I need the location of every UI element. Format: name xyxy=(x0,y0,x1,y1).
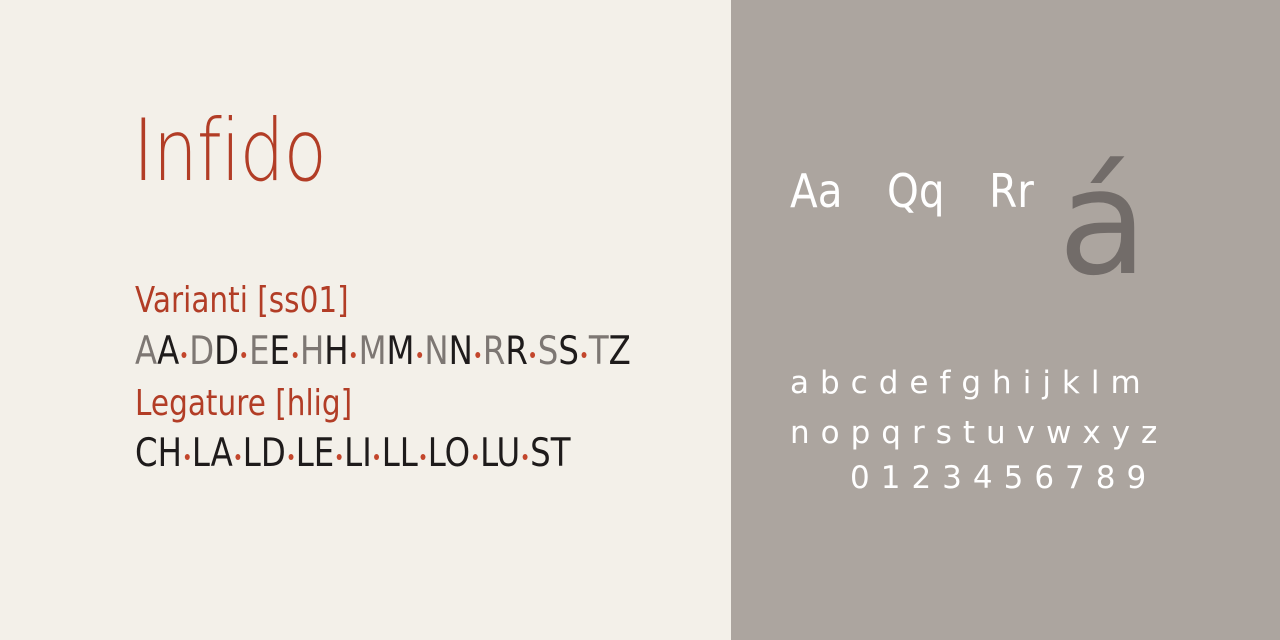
separator-dot xyxy=(416,352,422,358)
ligature-glyph: CH xyxy=(135,431,182,476)
variant-glyph: E xyxy=(269,329,291,374)
ligature-glyph: LI xyxy=(344,431,372,476)
separator-dot xyxy=(530,352,536,358)
separator-dot xyxy=(184,454,190,460)
variants-sample: A A D D E E H H M M N N R R S S T Z xyxy=(135,332,631,371)
pair-aa: Aa xyxy=(790,164,843,218)
separator-dot xyxy=(581,352,587,358)
variant-glyph: A xyxy=(135,329,158,374)
variant-glyph: N xyxy=(448,329,473,374)
separator-dot xyxy=(336,454,342,460)
pair-qq: Qq xyxy=(887,164,945,218)
separator-dot xyxy=(475,352,481,358)
variant-glyph: E xyxy=(249,329,270,374)
variant-glyph: H xyxy=(299,329,325,374)
variant-glyph: M xyxy=(386,329,415,374)
accented-glyph: á xyxy=(1058,138,1148,308)
variant-glyph: M xyxy=(358,329,387,374)
separator-dot xyxy=(420,454,426,460)
separator-dot xyxy=(241,352,247,358)
ligatures-sample: CH LA LD LE LI LL LO LU ST xyxy=(135,434,571,473)
ligature-glyph: ST xyxy=(530,431,571,476)
pair-rr: Rr xyxy=(989,164,1034,218)
ligatures-label: Legature [hlig] xyxy=(135,383,353,424)
separator-dot xyxy=(351,352,357,358)
separator-dot xyxy=(522,454,528,460)
separator-dot xyxy=(181,352,187,358)
ligature-glyph: LD xyxy=(242,431,286,476)
font-title: Infido xyxy=(133,101,327,201)
variant-glyph: R xyxy=(482,329,506,374)
right-panel xyxy=(731,0,1280,640)
variant-glyph: D xyxy=(214,329,240,374)
ligature-glyph: LO xyxy=(427,431,471,476)
separator-dot xyxy=(235,454,241,460)
letter-pairs: Aa Qq Rr xyxy=(790,168,1066,214)
separator-dot xyxy=(472,454,478,460)
lowercase-row-2: nopqrstuvwxyz xyxy=(790,415,1169,451)
variant-glyph: T xyxy=(588,329,609,374)
variant-glyph: A xyxy=(157,329,180,374)
variant-glyph: Z xyxy=(608,329,631,374)
ligature-glyph: LE xyxy=(295,431,335,476)
separator-dot xyxy=(288,454,294,460)
ligature-glyph: LA xyxy=(191,431,233,476)
variant-glyph: S xyxy=(537,329,559,374)
separator-dot xyxy=(292,352,298,358)
digits-row: 0123456789 xyxy=(850,460,1158,496)
left-panel: Infido Varianti [ss01] A A D D E E H H M… xyxy=(0,0,731,640)
ligature-glyph: LU xyxy=(480,431,521,476)
variant-glyph: N xyxy=(424,329,449,374)
variants-label: Varianti [ss01] xyxy=(135,280,349,321)
variant-glyph: D xyxy=(189,329,215,374)
variant-glyph: R xyxy=(505,329,528,374)
variant-glyph: S xyxy=(558,329,579,374)
ligature-glyph: LL xyxy=(381,431,418,476)
separator-dot xyxy=(374,454,380,460)
lowercase-row-1: abcdefghijklm xyxy=(790,365,1152,401)
variant-glyph: H xyxy=(324,329,349,374)
